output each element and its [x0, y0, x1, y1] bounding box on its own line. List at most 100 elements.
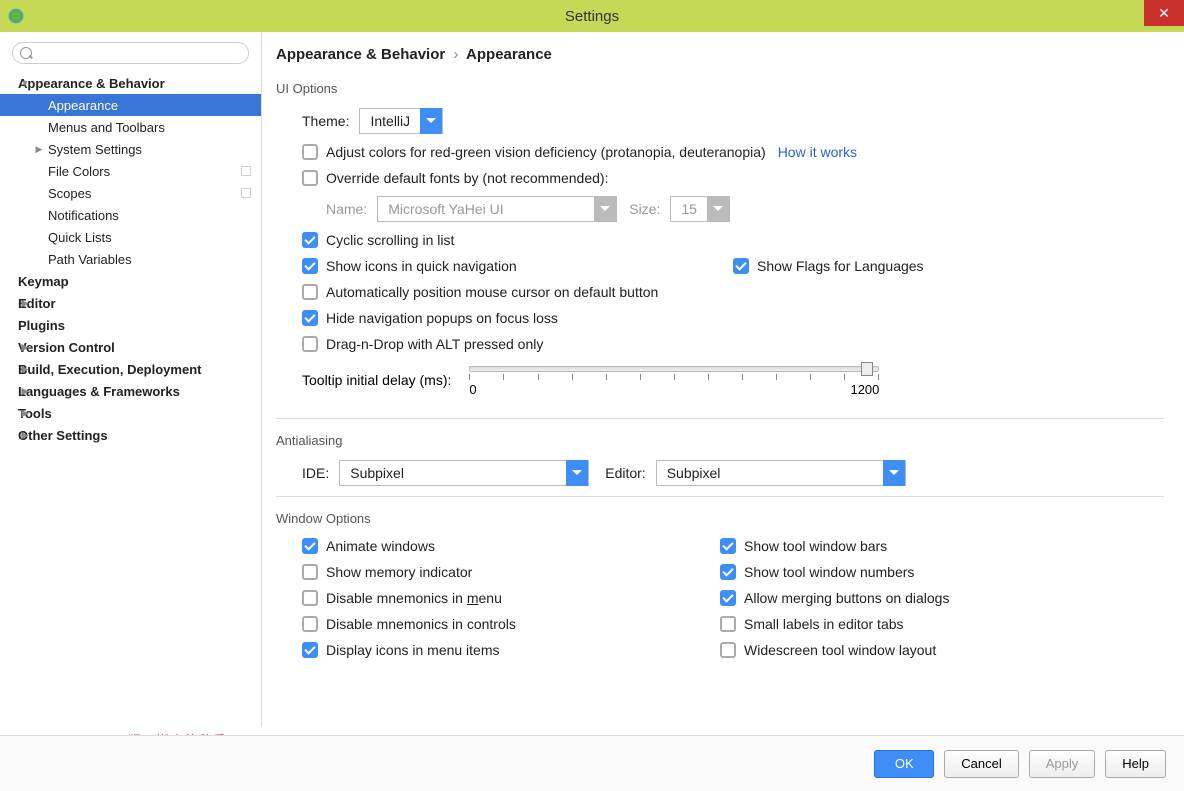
display-icons-checkbox[interactable]	[302, 642, 318, 658]
show-icons-checkbox[interactable]	[302, 258, 318, 274]
tree-item-label: System Settings	[48, 142, 142, 157]
show-tool-numbers-label: Show tool window numbers	[744, 564, 914, 580]
widescreen-label: Widescreen tool window layout	[744, 642, 936, 658]
chevron-down-icon	[594, 196, 616, 222]
tree-item-label: Build, Execution, Deployment	[18, 362, 201, 377]
toggle-icon: ▶	[20, 298, 30, 309]
font-size-label: Size:	[629, 201, 660, 217]
chevron-down-icon	[883, 460, 905, 486]
scope-icon	[241, 188, 251, 198]
theme-dropdown[interactable]: IntelliJ	[359, 108, 443, 134]
tree-item-label: Path Variables	[48, 252, 132, 267]
toggle-icon: ▶	[20, 430, 30, 441]
small-labels-checkbox[interactable]	[720, 616, 736, 632]
tree-item-label: Plugins	[18, 318, 65, 333]
breadcrumb-sep: ›	[453, 46, 458, 63]
section-ui-options: UI Options	[276, 81, 1164, 96]
tree-item-system-settings[interactable]: ▶System Settings	[0, 138, 261, 160]
section-antialiasing: Antialiasing	[276, 433, 1164, 448]
tree-item-appearance[interactable]: Appearance	[0, 94, 261, 116]
drag-alt-checkbox[interactable]	[302, 336, 318, 352]
memory-indicator-checkbox[interactable]	[302, 564, 318, 580]
aa-editor-dropdown[interactable]: Subpixel	[656, 460, 906, 486]
tooltip-delay-label: Tooltip initial delay (ms):	[302, 372, 451, 388]
tree-item-languages-frameworks[interactable]: ▶Languages & Frameworks	[0, 380, 261, 402]
breadcrumb-part: Appearance	[466, 46, 552, 63]
tree-item-menus-and-toolbars[interactable]: Menus and Toolbars	[0, 116, 261, 138]
tree-item-label: Other Settings	[18, 428, 108, 443]
help-button[interactable]: Help	[1105, 750, 1166, 778]
section-window-options: Window Options	[276, 511, 1164, 526]
dialog-footer: OK Cancel Apply Help	[0, 735, 1184, 791]
breadcrumb: Appearance & Behavior › Appearance	[276, 46, 1164, 63]
disable-mnemonics-controls-checkbox[interactable]	[302, 616, 318, 632]
font-size-dropdown: 15	[670, 196, 730, 222]
chevron-down-icon	[707, 196, 729, 222]
tree-item-other-settings[interactable]: ▶Other Settings	[0, 424, 261, 446]
tree-item-build-execution-deployment[interactable]: ▶Build, Execution, Deployment	[0, 358, 261, 380]
tree-item-label: Version Control	[18, 340, 115, 355]
tree-item-label: Scopes	[48, 186, 91, 201]
toggle-icon: ▼	[20, 78, 30, 88]
show-flags-label: Show Flags for Languages	[757, 258, 924, 274]
hide-popups-label: Hide navigation popups on focus loss	[326, 310, 558, 326]
tree-item-tools[interactable]: ▶Tools	[0, 402, 261, 424]
disable-mnemonics-menu-label: Disable mnemonics in menu	[326, 590, 502, 606]
tree-item-editor[interactable]: ▶Editor	[0, 292, 261, 314]
auto-cursor-checkbox[interactable]	[302, 284, 318, 300]
disable-mnemonics-menu-checkbox[interactable]	[302, 590, 318, 606]
cyclic-scroll-label: Cyclic scrolling in list	[326, 232, 454, 248]
tree-item-file-colors[interactable]: File Colors	[0, 160, 261, 182]
window-title: Settings	[565, 8, 619, 25]
tree-item-label: Languages & Frameworks	[18, 384, 180, 399]
show-tool-bars-label: Show tool window bars	[744, 538, 887, 554]
adjust-colors-checkbox[interactable]	[302, 144, 318, 160]
theme-label: Theme:	[302, 113, 349, 129]
font-name-label: Name:	[326, 201, 367, 217]
sidebar: ▼Appearance & Behavior Appearance Menus an…	[0, 32, 262, 727]
tree-item-label: Appearance	[48, 98, 118, 113]
breadcrumb-part: Appearance & Behavior	[276, 46, 445, 63]
cancel-button[interactable]: Cancel	[944, 750, 1018, 778]
tree-item-path-variables[interactable]: Path Variables	[0, 248, 261, 270]
tree-item-label: Menus and Toolbars	[48, 120, 165, 135]
toggle-icon: ▶	[20, 386, 30, 397]
toggle-icon: ▶	[20, 364, 30, 375]
hide-popups-checkbox[interactable]	[302, 310, 318, 326]
merge-dialogs-label: Allow merging buttons on dialogs	[744, 590, 949, 606]
tree-item-plugins[interactable]: Plugins	[0, 314, 261, 336]
content-panel: Appearance & Behavior › Appearance UI Op…	[262, 32, 1184, 727]
ok-button[interactable]: OK	[874, 750, 934, 778]
aa-ide-dropdown[interactable]: Subpixel	[339, 460, 589, 486]
close-button[interactable]: ✕	[1144, 0, 1184, 26]
tree-item-quick-lists[interactable]: Quick Lists	[0, 226, 261, 248]
tree-item-notifications[interactable]: Notifications	[0, 204, 261, 226]
animate-windows-checkbox[interactable]	[302, 538, 318, 554]
tree-item-label: Appearance & Behavior	[18, 76, 165, 91]
show-tool-bars-checkbox[interactable]	[720, 538, 736, 554]
settings-tree: ▼Appearance & Behavior Appearance Menus an…	[0, 72, 261, 446]
tree-item-label: Notifications	[48, 208, 119, 223]
scope-icon	[241, 166, 251, 176]
aa-editor-label: Editor:	[605, 465, 645, 481]
tree-item-version-control[interactable]: ▶Version Control	[0, 336, 261, 358]
toggle-icon: ▶	[20, 342, 30, 353]
merge-dialogs-checkbox[interactable]	[720, 590, 736, 606]
apply-button[interactable]: Apply	[1029, 750, 1096, 778]
search-input[interactable]	[12, 42, 249, 64]
override-fonts-checkbox[interactable]	[302, 170, 318, 186]
show-flags-checkbox[interactable]	[733, 258, 749, 274]
show-tool-numbers-checkbox[interactable]	[720, 564, 736, 580]
tree-item-label: File Colors	[48, 164, 110, 179]
tree-item-label: Quick Lists	[48, 230, 112, 245]
tree-item-scopes[interactable]: Scopes	[0, 182, 261, 204]
tooltip-delay-slider[interactable]: 01200	[469, 362, 879, 398]
auto-cursor-label: Automatically position mouse cursor on d…	[326, 284, 658, 300]
how-it-works-link[interactable]: How it works	[778, 144, 857, 160]
widescreen-checkbox[interactable]	[720, 642, 736, 658]
animate-windows-label: Animate windows	[326, 538, 435, 554]
tree-item-appearance-behavior[interactable]: ▼Appearance & Behavior	[0, 72, 261, 94]
tree-item-keymap[interactable]: Keymap	[0, 270, 261, 292]
chevron-down-icon	[420, 108, 442, 134]
cyclic-scroll-checkbox[interactable]	[302, 232, 318, 248]
